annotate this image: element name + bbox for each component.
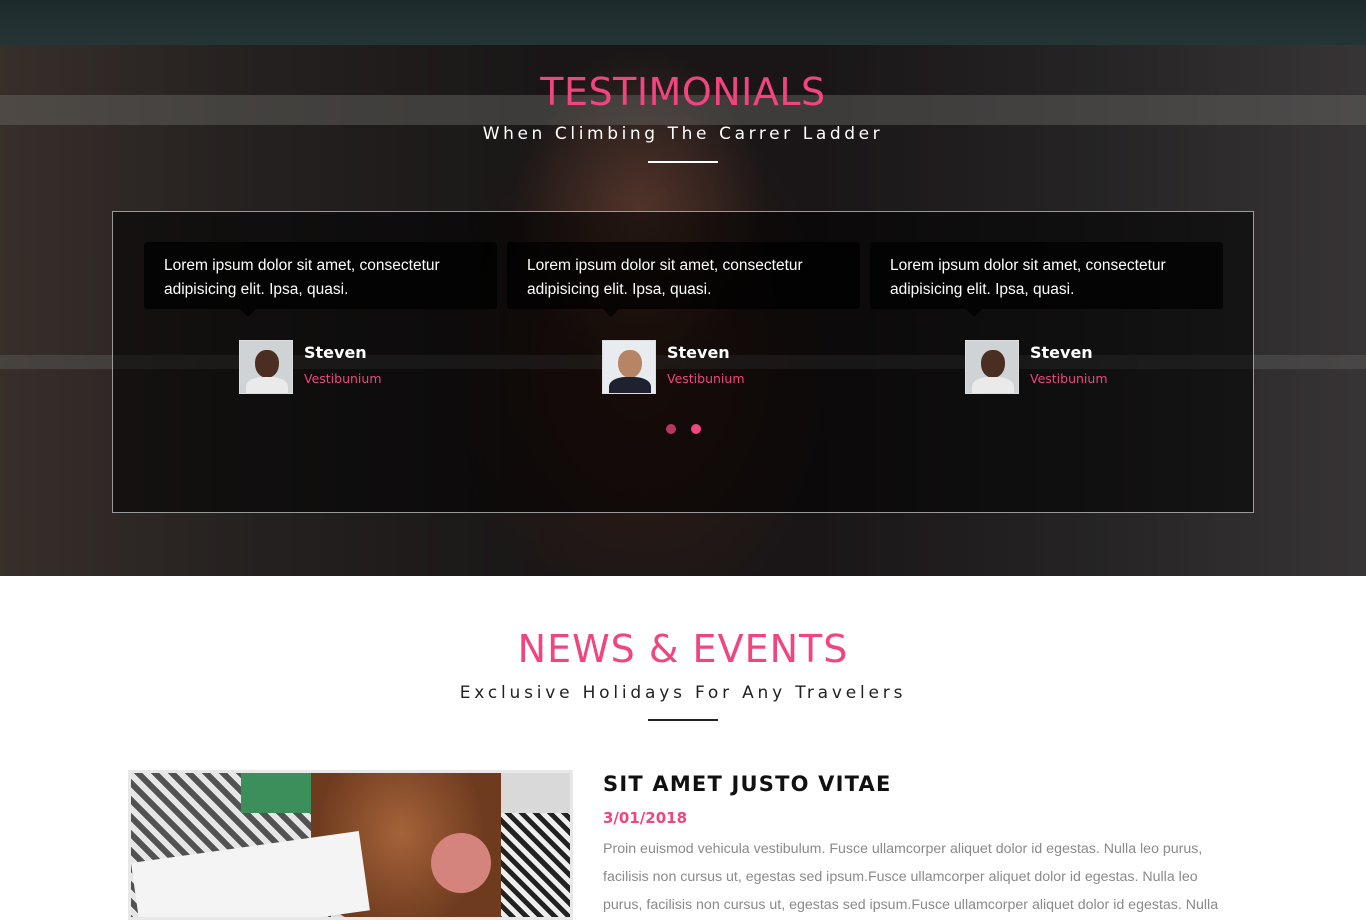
testimonials-section: TESTIMONIALS When Climbing The Carrer La… [0,0,1366,576]
title-divider [648,161,718,163]
author-role: Vestibunium [304,371,382,386]
news-item: SIT AMET JUSTO VITAE 3/01/2018 Proin eui… [603,770,1233,919]
author-name: Steven [304,343,367,362]
news-image[interactable] [128,770,573,920]
person-avatar [965,340,1019,394]
person-avatar [602,340,656,394]
testimonial-quote: Lorem ipsum dolor sit amet, consectetur … [144,242,497,317]
news-heading[interactable]: SIT AMET JUSTO VITAE [603,772,1233,796]
author-role: Vestibunium [1030,371,1108,386]
testimonials-subtitle: When Climbing The Carrer Ladder [482,124,884,144]
author-role: Vestibunium [667,371,745,386]
testimonial-author: Steven Vestibunium [602,340,822,396]
author-name: Steven [1030,343,1093,362]
testimonial-author: Steven Vestibunium [965,340,1185,396]
testimonial-card: Lorem ipsum dolor sit amet, consectetur … [144,242,497,394]
author-name: Steven [667,343,730,362]
news-excerpt: Proin euismod vehicula vestibulum. Fusce… [603,841,1219,913]
carousel-dot[interactable] [666,424,676,434]
news-title: NEWS & EVENTS [517,627,849,671]
testimonial-card: Lorem ipsum dolor sit amet, consectetur … [507,242,860,394]
testimonials-title: TESTIMONIALS [540,70,826,114]
testimonial-quote: Lorem ipsum dolor sit amet, consectetur … [507,242,860,317]
news-subtitle: Exclusive Holidays For Any Travelers [459,683,907,703]
news-date: 3/01/2018 [603,809,688,827]
title-divider [648,719,718,721]
person-avatar [239,340,293,394]
carousel-dot[interactable] [691,424,701,434]
testimonial-card: Lorem ipsum dolor sit amet, consectetur … [870,242,1223,394]
testimonials-carousel: Lorem ipsum dolor sit amet, consectetur … [112,211,1254,513]
testimonial-author: Steven Vestibunium [239,340,459,396]
testimonial-quote: Lorem ipsum dolor sit amet, consectetur … [870,242,1223,317]
